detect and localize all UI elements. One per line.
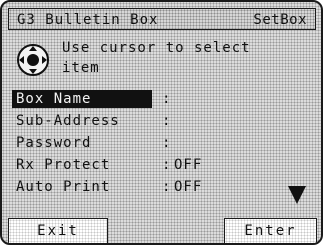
setting-row-sub-address[interactable]: Sub-Address : bbox=[12, 112, 302, 130]
setting-label: Auto Print bbox=[16, 179, 111, 195]
setting-separator: : bbox=[162, 157, 172, 173]
setting-label: Sub-Address bbox=[16, 113, 120, 129]
help-message: Use cursor to select item bbox=[16, 34, 316, 84]
setting-separator: : bbox=[162, 179, 172, 195]
down-arrow-icon bbox=[288, 186, 306, 204]
setting-label: Rx Protect bbox=[16, 157, 111, 173]
mode-label: SetBox bbox=[253, 12, 307, 28]
title-bar: G3 Bulletin Box SetBox bbox=[8, 8, 316, 30]
help-text-line2: item bbox=[62, 60, 100, 76]
setting-row-auto-print[interactable]: Auto Print : OFF bbox=[12, 178, 302, 196]
setting-separator: : bbox=[162, 135, 172, 151]
setting-value: OFF bbox=[174, 157, 203, 173]
setting-label: Box Name bbox=[16, 91, 92, 107]
setting-value: OFF bbox=[174, 179, 203, 195]
setting-separator: : bbox=[162, 91, 172, 107]
setting-row-box-name[interactable]: Box Name : bbox=[12, 90, 302, 108]
enter-button[interactable]: Enter bbox=[224, 218, 317, 243]
setting-separator: : bbox=[162, 113, 172, 129]
exit-button[interactable]: Exit bbox=[8, 218, 108, 243]
cursor-dial-icon bbox=[17, 44, 49, 76]
lcd-screen: G3 Bulletin Box SetBox Use cursor to sel… bbox=[0, 0, 323, 245]
screen-title: G3 Bulletin Box bbox=[17, 12, 159, 28]
help-text-line1: Use cursor to select bbox=[62, 40, 251, 56]
setting-row-rx-protect[interactable]: Rx Protect : OFF bbox=[12, 156, 302, 174]
setting-label: Password bbox=[16, 135, 92, 151]
setting-row-password[interactable]: Password : bbox=[12, 134, 302, 152]
